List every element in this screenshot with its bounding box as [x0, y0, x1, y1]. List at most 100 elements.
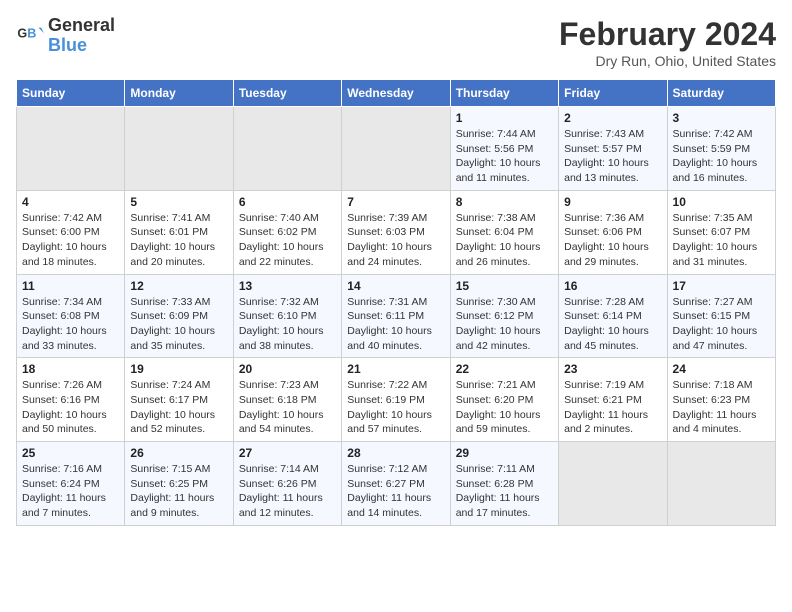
calendar-cell: [233, 107, 341, 191]
calendar-cell: 22 Sunrise: 7:21 AM Sunset: 6:20 PM Dayli…: [450, 358, 558, 442]
day-number: 6: [239, 195, 336, 209]
col-header-saturday: Saturday: [667, 80, 775, 107]
day-number: 27: [239, 446, 336, 460]
main-title: February 2024: [559, 16, 776, 53]
day-number: 22: [456, 362, 553, 376]
logo-text: GeneralBlue: [48, 16, 115, 56]
calendar-cell: 1 Sunrise: 7:44 AM Sunset: 5:56 PM Daylig…: [450, 107, 558, 191]
calendar-cell: 25 Sunrise: 7:16 AM Sunset: 6:24 PM Dayli…: [17, 442, 125, 526]
calendar-cell: [125, 107, 233, 191]
calendar-cell: 4 Sunrise: 7:42 AM Sunset: 6:00 PM Daylig…: [17, 190, 125, 274]
day-number: 15: [456, 279, 553, 293]
day-number: 18: [22, 362, 119, 376]
day-info: Sunrise: 7:26 AM Sunset: 6:16 PM Dayligh…: [22, 378, 119, 437]
week-row-0: 1 Sunrise: 7:44 AM Sunset: 5:56 PM Daylig…: [17, 107, 776, 191]
day-number: 16: [564, 279, 661, 293]
calendar-cell: 8 Sunrise: 7:38 AM Sunset: 6:04 PM Daylig…: [450, 190, 558, 274]
calendar-cell: 18 Sunrise: 7:26 AM Sunset: 6:16 PM Dayli…: [17, 358, 125, 442]
calendar-cell: 27 Sunrise: 7:14 AM Sunset: 6:26 PM Dayli…: [233, 442, 341, 526]
day-info: Sunrise: 7:16 AM Sunset: 6:24 PM Dayligh…: [22, 462, 119, 521]
calendar-cell: 12 Sunrise: 7:33 AM Sunset: 6:09 PM Dayli…: [125, 274, 233, 358]
logo: G B GeneralBlue: [16, 16, 115, 56]
column-headers: SundayMondayTuesdayWednesdayThursdayFrid…: [17, 80, 776, 107]
day-info: Sunrise: 7:22 AM Sunset: 6:19 PM Dayligh…: [347, 378, 444, 437]
calendar-cell: 9 Sunrise: 7:36 AM Sunset: 6:06 PM Daylig…: [559, 190, 667, 274]
day-number: 8: [456, 195, 553, 209]
logo-icon: G B: [16, 22, 44, 50]
day-number: 3: [673, 111, 770, 125]
calendar-cell: [17, 107, 125, 191]
day-number: 17: [673, 279, 770, 293]
day-number: 20: [239, 362, 336, 376]
day-info: Sunrise: 7:43 AM Sunset: 5:57 PM Dayligh…: [564, 127, 661, 186]
calendar-cell: 3Sunrise: 7:42 AM Sunset: 5:59 PM Daylig…: [667, 107, 775, 191]
svg-text:B: B: [27, 26, 36, 40]
calendar-cell: 29 Sunrise: 7:11 AM Sunset: 6:28 PM Dayli…: [450, 442, 558, 526]
week-row-2: 11 Sunrise: 7:34 AM Sunset: 6:08 PM Dayli…: [17, 274, 776, 358]
day-number: 10: [673, 195, 770, 209]
day-number: 23: [564, 362, 661, 376]
day-info: Sunrise: 7:14 AM Sunset: 6:26 PM Dayligh…: [239, 462, 336, 521]
calendar-cell: 24 Sunrise: 7:18 AM Sunset: 6:23 PM Dayli…: [667, 358, 775, 442]
day-number: 7: [347, 195, 444, 209]
day-info: Sunrise: 7:33 AM Sunset: 6:09 PM Dayligh…: [130, 295, 227, 354]
day-number: 26: [130, 446, 227, 460]
title-block: February 2024 Dry Run, Ohio, United Stat…: [559, 16, 776, 69]
day-info: Sunrise: 7:18 AM Sunset: 6:23 PM Dayligh…: [673, 378, 770, 437]
day-info: Sunrise: 7:15 AM Sunset: 6:25 PM Dayligh…: [130, 462, 227, 521]
day-number: 12: [130, 279, 227, 293]
day-number: 25: [22, 446, 119, 460]
day-number: 29: [456, 446, 553, 460]
page-header: G B GeneralBlue February 2024 Dry Run, O…: [16, 16, 776, 69]
day-info: Sunrise: 7:19 AM Sunset: 6:21 PM Dayligh…: [564, 378, 661, 437]
calendar-cell: 7 Sunrise: 7:39 AM Sunset: 6:03 PM Daylig…: [342, 190, 450, 274]
day-number: 19: [130, 362, 227, 376]
calendar-cell: 20 Sunrise: 7:23 AM Sunset: 6:18 PM Dayli…: [233, 358, 341, 442]
day-info: Sunrise: 7:23 AM Sunset: 6:18 PM Dayligh…: [239, 378, 336, 437]
calendar-cell: [667, 442, 775, 526]
calendar-cell: 10 Sunrise: 7:35 AM Sunset: 6:07 PM Dayli…: [667, 190, 775, 274]
calendar-cell: 13 Sunrise: 7:32 AM Sunset: 6:10 PM Dayli…: [233, 274, 341, 358]
day-number: 28: [347, 446, 444, 460]
day-info: Sunrise: 7:34 AM Sunset: 6:08 PM Dayligh…: [22, 295, 119, 354]
day-number: 11: [22, 279, 119, 293]
day-number: 4: [22, 195, 119, 209]
day-info: Sunrise: 7:21 AM Sunset: 6:20 PM Dayligh…: [456, 378, 553, 437]
day-info: Sunrise: 7:27 AM Sunset: 6:15 PM Dayligh…: [673, 295, 770, 354]
day-number: 13: [239, 279, 336, 293]
subtitle: Dry Run, Ohio, United States: [559, 53, 776, 69]
day-info: Sunrise: 7:40 AM Sunset: 6:02 PM Dayligh…: [239, 211, 336, 270]
calendar-cell: 6 Sunrise: 7:40 AM Sunset: 6:02 PM Daylig…: [233, 190, 341, 274]
calendar-cell: 23 Sunrise: 7:19 AM Sunset: 6:21 PM Dayli…: [559, 358, 667, 442]
day-info: Sunrise: 7:39 AM Sunset: 6:03 PM Dayligh…: [347, 211, 444, 270]
day-number: 9: [564, 195, 661, 209]
day-info: Sunrise: 7:12 AM Sunset: 6:27 PM Dayligh…: [347, 462, 444, 521]
day-info: Sunrise: 7:38 AM Sunset: 6:04 PM Dayligh…: [456, 211, 553, 270]
day-number: 24: [673, 362, 770, 376]
day-number: 2: [564, 111, 661, 125]
col-header-tuesday: Tuesday: [233, 80, 341, 107]
day-info: Sunrise: 7:35 AM Sunset: 6:07 PM Dayligh…: [673, 211, 770, 270]
calendar-cell: 26 Sunrise: 7:15 AM Sunset: 6:25 PM Dayli…: [125, 442, 233, 526]
logo-blue: Blue: [48, 35, 87, 55]
week-row-4: 25 Sunrise: 7:16 AM Sunset: 6:24 PM Dayli…: [17, 442, 776, 526]
calendar-cell: 28 Sunrise: 7:12 AM Sunset: 6:27 PM Dayli…: [342, 442, 450, 526]
day-info: Sunrise: 7:41 AM Sunset: 6:01 PM Dayligh…: [130, 211, 227, 270]
day-info: Sunrise: 7:36 AM Sunset: 6:06 PM Dayligh…: [564, 211, 661, 270]
svg-text:G: G: [17, 26, 27, 40]
col-header-thursday: Thursday: [450, 80, 558, 107]
day-info: Sunrise: 7:24 AM Sunset: 6:17 PM Dayligh…: [130, 378, 227, 437]
col-header-sunday: Sunday: [17, 80, 125, 107]
day-number: 1: [456, 111, 553, 125]
day-number: 14: [347, 279, 444, 293]
calendar-cell: 15Sunrise: 7:30 AM Sunset: 6:12 PM Dayli…: [450, 274, 558, 358]
day-info: Sunrise: 7:32 AM Sunset: 6:10 PM Dayligh…: [239, 295, 336, 354]
day-info: Sunrise: 7:42 AM Sunset: 6:00 PM Dayligh…: [22, 211, 119, 270]
calendar-cell: 11 Sunrise: 7:34 AM Sunset: 6:08 PM Dayli…: [17, 274, 125, 358]
day-info: Sunrise: 7:31 AM Sunset: 6:11 PM Dayligh…: [347, 295, 444, 354]
day-info: Sunrise: 7:44 AM Sunset: 5:56 PM Dayligh…: [456, 127, 553, 186]
week-row-3: 18 Sunrise: 7:26 AM Sunset: 6:16 PM Dayli…: [17, 358, 776, 442]
calendar-cell: 19 Sunrise: 7:24 AM Sunset: 6:17 PM Dayli…: [125, 358, 233, 442]
week-row-1: 4 Sunrise: 7:42 AM Sunset: 6:00 PM Daylig…: [17, 190, 776, 274]
day-info: Sunrise: 7:11 AM Sunset: 6:28 PM Dayligh…: [456, 462, 553, 521]
